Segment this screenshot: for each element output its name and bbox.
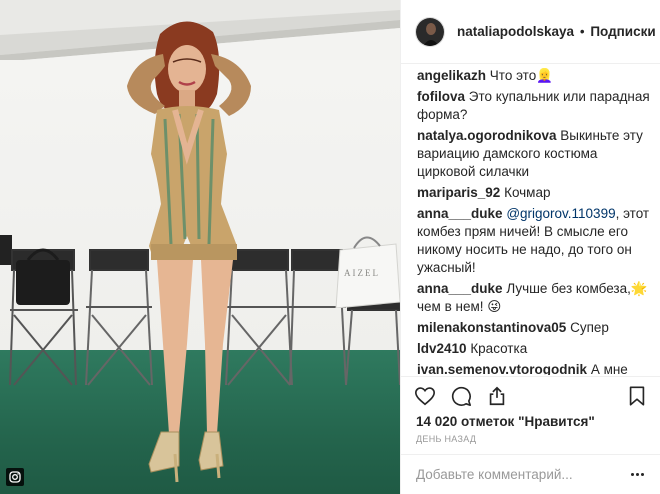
comment-username-link[interactable]: ivan.semenov.vtorogodnik <box>417 362 587 375</box>
author-avatar[interactable] <box>415 16 445 47</box>
comment-username-link[interactable]: natalya.ogorodnikova <box>417 128 557 143</box>
comment-item: angelikazh Что это👱‍♀️ <box>417 67 653 85</box>
comment-bubble-icon[interactable] <box>450 385 472 407</box>
add-comment-bar <box>400 454 660 494</box>
likes-count[interactable]: 14 020 отметок "Нравится" <box>416 414 595 429</box>
comments-list[interactable]: angelikazh Что это👱‍♀️ fofilova Это купал… <box>417 67 653 375</box>
header-separator: • <box>579 24 585 39</box>
comment-item: ivan.semenov.vtorogodnik А мне нравится!… <box>417 361 653 375</box>
comment-username-link[interactable]: milenakonstantinova05 <box>417 320 566 335</box>
comment-username-link[interactable]: anna___duke <box>417 281 503 296</box>
comment-item: milenakonstantinova05 Супер <box>417 319 653 337</box>
comment-input[interactable] <box>416 467 628 482</box>
comment-item: mariparis_92 Кочмар <box>417 184 653 202</box>
comment-item: anna___duke Лучше без комбеза,🌟 чем в не… <box>417 280 653 316</box>
comment-username-link[interactable]: fofilova <box>417 89 465 104</box>
post-header: nataliapodolskaya • Подписки <box>401 0 660 64</box>
shopping-bag: AIZEL <box>335 236 400 308</box>
header-text: nataliapodolskaya • Подписки <box>457 24 656 39</box>
comment-username-link[interactable]: anna___duke <box>417 206 503 221</box>
comment-text: Что это👱‍♀️ <box>489 68 554 83</box>
action-icon-row <box>414 385 508 407</box>
share-icon[interactable] <box>486 385 508 407</box>
instagram-glyph-icon <box>6 468 24 486</box>
more-dots-icon[interactable] <box>628 466 646 484</box>
comment-username-link[interactable]: angelikazh <box>417 68 486 83</box>
comment-text: Супер <box>570 320 609 335</box>
bag-brand-text: AIZEL <box>344 268 380 278</box>
comment-text: Красотка <box>470 341 528 356</box>
comment-username-link[interactable]: mariparis_92 <box>417 185 500 200</box>
comment-mention-link[interactable]: @grigorov.110399 <box>506 206 615 221</box>
post-photo[interactable]: AIZEL <box>0 0 400 494</box>
heart-icon[interactable] <box>414 385 436 407</box>
post-timestamp[interactable]: ДЕНЬ НАЗАД <box>416 434 476 444</box>
post-actions: 14 020 отметок "Нравится" ДЕНЬ НАЗАД <box>400 376 660 464</box>
follow-status-button[interactable]: Подписки <box>590 24 655 39</box>
woman-in-sequin-romper <box>127 21 251 483</box>
comment-item: anna___duke @grigorov.110399, этот комбе… <box>417 205 653 277</box>
author-username-link[interactable]: nataliapodolskaya <box>457 24 574 39</box>
comment-username-link[interactable]: ldv2410 <box>417 341 467 356</box>
comment-text: Кочмар <box>504 185 551 200</box>
comment-item: fofilova Это купальник или парадная форм… <box>417 88 653 124</box>
comment-item: ldv2410 Красотка <box>417 340 653 358</box>
comment-item: natalya.ogorodnikova Выкиньте эту вариац… <box>417 127 653 181</box>
bookmark-icon[interactable] <box>626 385 648 407</box>
